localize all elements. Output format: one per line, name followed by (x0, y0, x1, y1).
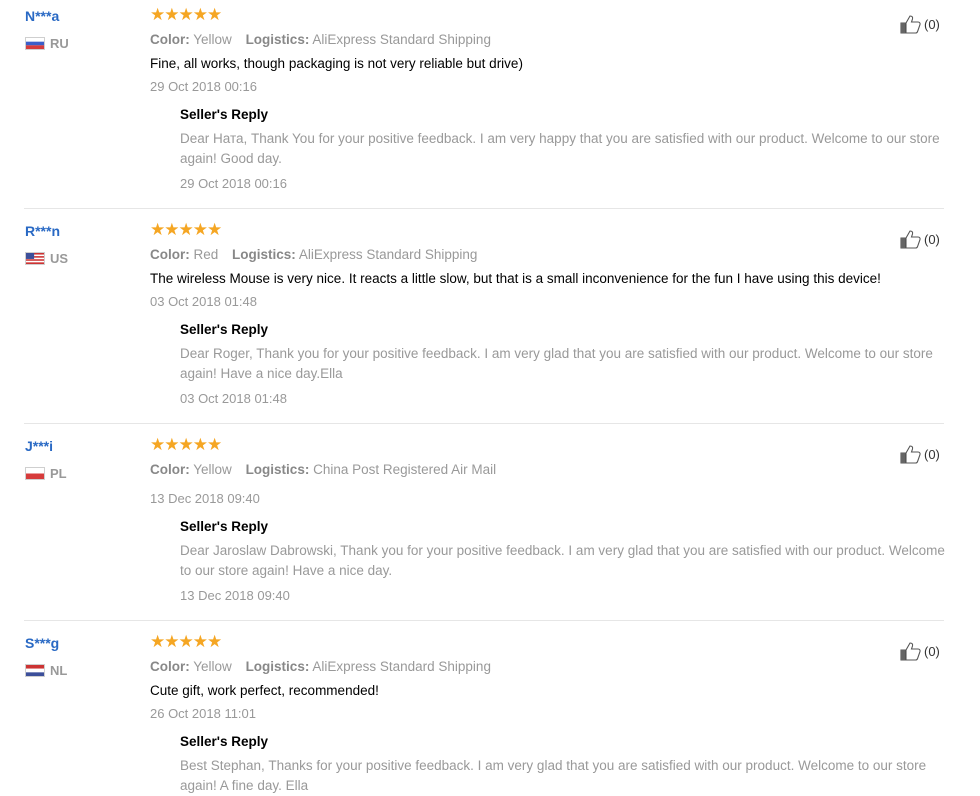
review-item: J***i PL ★★★★★ Color: Yellow Logistics: … (0, 435, 945, 620)
seller-reply-text: Best Stephan, Thanks for your positive f… (180, 758, 927, 793)
order-info: Color: Yellow Logistics: China Post Regi… (150, 462, 497, 477)
seller-reply-date: 29 Oct 2018 00:16 (180, 176, 287, 191)
divider (24, 208, 944, 209)
seller-reply-title: Seller's Reply (180, 519, 269, 534)
reviewer-country: PL (25, 466, 67, 481)
rating-stars: ★★★★★ (150, 632, 222, 651)
helpful-count: (0) (924, 643, 940, 659)
flag-ru-icon (25, 37, 45, 50)
flag-nl-icon (25, 664, 45, 677)
review-item: N***a RU ★★★★★ Color: Yellow Logistics: … (0, 5, 944, 208)
seller-reply-title: Seller's Reply (180, 107, 269, 122)
rating-stars: ★★★★★ (150, 435, 222, 454)
seller-reply-text: Dear Ната, Thank You for your positive f… (180, 131, 940, 166)
feedback-text: Cute gift, work perfect, recommended! (150, 683, 379, 698)
helpful-count: (0) (924, 446, 940, 462)
helpful-button[interactable]: (0) (900, 641, 940, 661)
seller-reply-date: 13 Dec 2018 09:40 (180, 588, 290, 603)
seller-reply-text: Dear Jaroslaw Dabrowski, Thank you for y… (180, 543, 945, 578)
helpful-count: (0) (924, 231, 940, 247)
thumbs-up-icon (900, 642, 921, 661)
thumbs-up-icon (900, 445, 921, 464)
reviewer-country: US (25, 251, 68, 266)
seller-reply-date: 03 Oct 2018 01:48 (180, 391, 287, 406)
feedback-date: 29 Oct 2018 00:16 (150, 79, 257, 94)
reviewer-name[interactable]: S***g (25, 635, 59, 651)
helpful-count: (0) (924, 16, 940, 32)
helpful-button[interactable]: (0) (900, 14, 940, 34)
divider (24, 620, 944, 621)
reviewer-name[interactable]: N***a (25, 8, 59, 24)
reviewer-country: RU (25, 36, 69, 51)
feedback-date: 03 Oct 2018 01:48 (150, 294, 257, 309)
seller-reply-title: Seller's Reply (180, 734, 269, 749)
review-item: R***n US ★★★★★ Color: Red Logistics: Ali… (0, 220, 944, 423)
order-info: Color: Red Logistics: AliExpress Standar… (150, 247, 478, 262)
feedback-date: 26 Oct 2018 11:01 (150, 706, 257, 721)
helpful-button[interactable]: (0) (900, 229, 940, 249)
flag-pl-icon (25, 467, 45, 480)
order-info: Color: Yellow Logistics: AliExpress Stan… (150, 32, 491, 47)
review-item: S***g NL ★★★★★ Color: Yellow Logistics: … (0, 632, 944, 794)
reviewer-country: NL (25, 663, 67, 678)
helpful-button[interactable]: (0) (900, 444, 940, 464)
order-info: Color: Yellow Logistics: AliExpress Stan… (150, 659, 491, 674)
reviewer-name[interactable]: R***n (25, 223, 60, 239)
rating-stars: ★★★★★ (150, 220, 222, 239)
feedback-text: Fine, all works, though packaging is not… (150, 56, 523, 71)
reviewer-name[interactable]: J***i (25, 438, 53, 454)
seller-reply-text: Dear Roger, Thank you for your positive … (180, 346, 933, 381)
flag-us-icon (25, 252, 45, 265)
rating-stars: ★★★★★ (150, 5, 222, 24)
thumbs-up-icon (900, 230, 921, 249)
feedback-text: The wireless Mouse is very nice. It reac… (150, 271, 881, 286)
seller-reply-title: Seller's Reply (180, 322, 269, 337)
divider (24, 423, 944, 424)
feedback-date: 13 Dec 2018 09:40 (150, 491, 260, 506)
thumbs-up-icon (900, 15, 921, 34)
